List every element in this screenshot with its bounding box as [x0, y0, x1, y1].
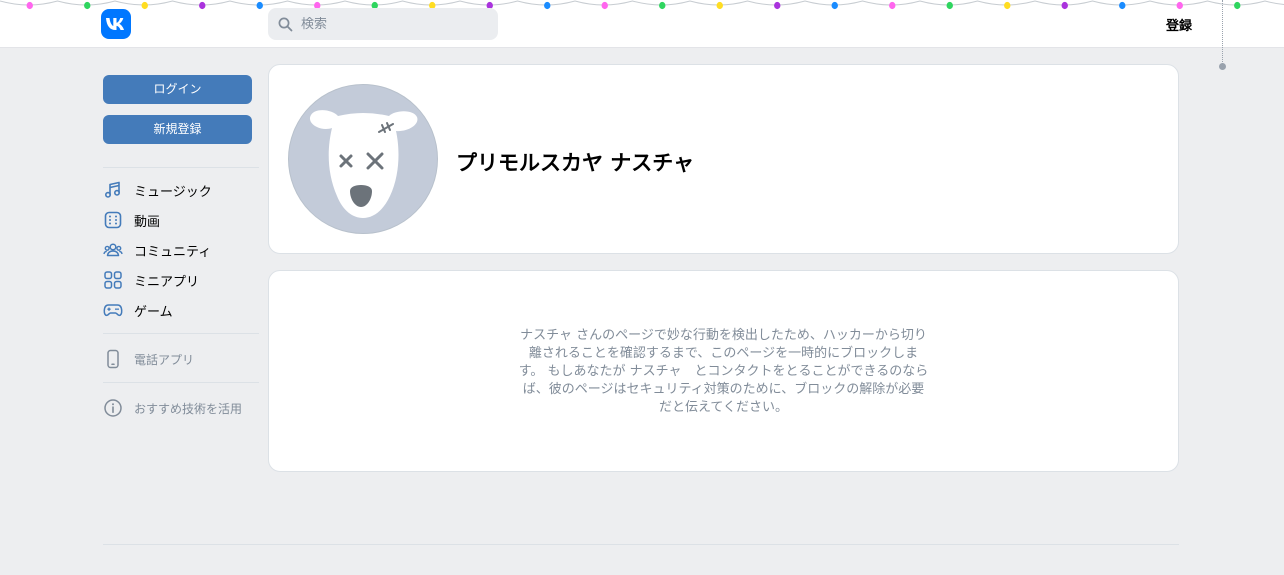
garland-light	[84, 1, 91, 10]
gamepad-icon	[103, 304, 123, 317]
garland-light	[1176, 1, 1183, 10]
garland-light	[889, 1, 896, 10]
blocked-notice-text: ナスチャ さんのページで妙な行動を検出したため、ハッカーから切り離されることを確…	[518, 328, 929, 415]
garland-light	[544, 1, 551, 10]
signup-button[interactable]: 新規登録	[103, 115, 252, 144]
video-icon	[104, 211, 122, 229]
top-header: 登録	[0, 0, 1284, 48]
vk-logo[interactable]	[101, 9, 131, 39]
left-sidebar: ログイン 新規登録 ミュージック 動画 コミュニティ ミニアプリ ゲーム 電話ア…	[103, 75, 259, 423]
garland-light	[831, 1, 838, 10]
garland-light	[256, 1, 263, 10]
community-icon	[103, 243, 123, 257]
search-bar[interactable]	[268, 8, 498, 40]
sidebar-divider	[103, 382, 259, 383]
sidebar-divider	[103, 333, 259, 334]
avatar[interactable]	[288, 84, 438, 234]
login-button[interactable]: ログイン	[103, 75, 252, 104]
garland-wire	[0, 0, 1284, 6]
mini-apps-icon	[104, 271, 122, 289]
sidebar-item-label: コミュニティ	[134, 244, 212, 260]
info-icon	[104, 399, 122, 417]
garland-light	[601, 1, 608, 10]
sidebar-item-mini-apps[interactable]: ミニアプリ	[103, 265, 259, 295]
holiday-garland	[0, 0, 1284, 10]
sidebar-item-label: ミュージック	[134, 184, 212, 200]
garland-light	[1004, 1, 1011, 10]
music-icon	[104, 181, 121, 198]
sidebar-item-label: 動画	[134, 214, 161, 230]
garland-light	[199, 1, 206, 10]
garland-pull-bulb[interactable]	[1219, 63, 1226, 70]
garland-light	[1234, 1, 1241, 10]
sidebar-item-phone-app[interactable]: 電話アプリ	[103, 344, 259, 374]
sidebar-item-games[interactable]: ゲーム	[103, 295, 259, 325]
garland-string	[1222, 0, 1223, 64]
garland-light	[716, 1, 723, 10]
sidebar-item-community[interactable]: コミュニティ	[103, 235, 259, 265]
search-icon	[278, 17, 293, 31]
garland-light	[1119, 1, 1126, 10]
sidebar-divider	[103, 167, 259, 168]
garland-light	[141, 1, 148, 10]
register-link[interactable]: 登録	[1140, 15, 1192, 34]
profile-card: プリモルスカヤ ナスチャ	[268, 64, 1179, 254]
sidebar-item-label: ミニアプリ	[134, 274, 200, 290]
search-input[interactable]	[301, 16, 491, 32]
garland-light	[1061, 1, 1068, 10]
blocked-notice-card: ナスチャ さんのページで妙な行動を検出したため、ハッカーから切り離されることを確…	[268, 270, 1179, 472]
sidebar-nav: ミュージック 動画 コミュニティ ミニアプリ ゲーム	[103, 175, 259, 325]
sidebar-item-label: ゲーム	[134, 304, 173, 320]
sidebar-item-label: おすすめ技術を活用	[134, 401, 243, 416]
garland-light	[946, 1, 953, 10]
phone-icon	[107, 349, 119, 369]
garland-light	[774, 1, 781, 10]
garland-light	[26, 1, 33, 10]
sidebar-item-video[interactable]: 動画	[103, 205, 259, 235]
sidebar-item-label: 電話アプリ	[134, 352, 195, 367]
sidebar-item-music[interactable]: ミュージック	[103, 175, 259, 205]
vk-logo-icon	[106, 18, 124, 30]
sidebar-item-recommended-tech[interactable]: おすすめ技術を活用	[103, 393, 259, 423]
blocked-dog-avatar-icon	[309, 110, 418, 218]
garland-light	[659, 1, 666, 10]
profile-name: プリモルスカヤ ナスチャ	[456, 151, 695, 175]
footer-divider	[103, 544, 1179, 545]
